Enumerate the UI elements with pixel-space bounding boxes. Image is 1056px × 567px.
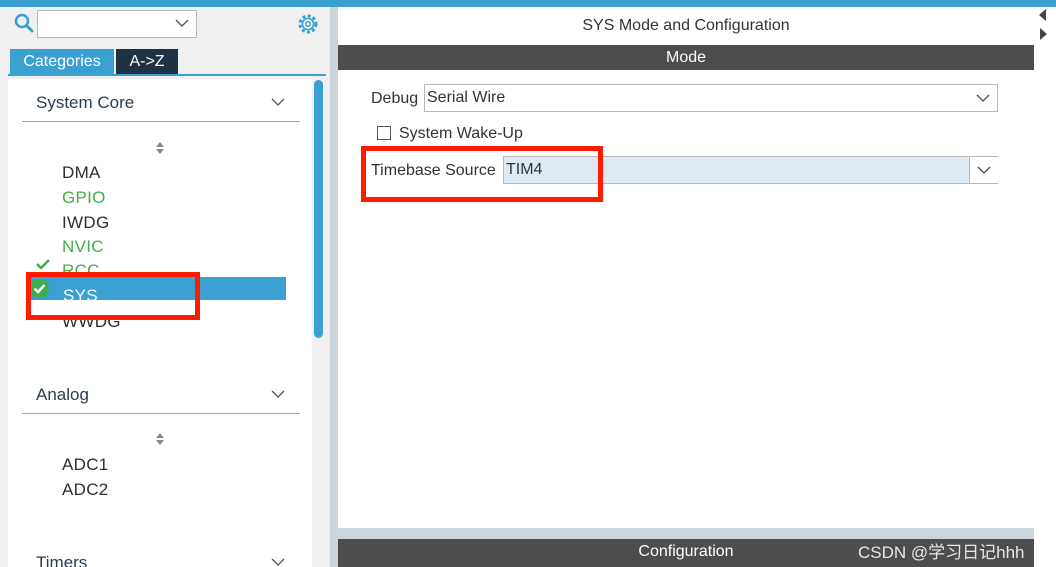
arrow-left-icon[interactable] <box>1038 9 1048 21</box>
mode-section-header[interactable]: Mode <box>338 45 1034 70</box>
pane-splitter[interactable] <box>330 7 338 567</box>
search-icon[interactable] <box>13 12 35 34</box>
group-label: Timers <box>36 553 88 567</box>
chevron-down-icon <box>175 19 189 27</box>
chevron-down-icon <box>271 98 285 106</box>
arrow-right-icon[interactable] <box>1038 28 1048 40</box>
list-item-nvic[interactable]: NVIC <box>62 237 104 257</box>
watermark: CSDN @学习日记hhh <box>858 543 1025 562</box>
page-title: SYS Mode and Configuration <box>338 7 1034 45</box>
list-item-adc2[interactable]: ADC2 <box>62 480 109 500</box>
chevron-down-icon <box>977 166 991 174</box>
sort-icon[interactable] <box>154 141 166 155</box>
highlight-box-sys <box>26 272 200 320</box>
list-item-adc1[interactable]: ADC1 <box>62 455 109 475</box>
list-item-iwdg[interactable]: IWDG <box>62 213 109 233</box>
tab-categories[interactable]: Categories <box>10 49 114 75</box>
timebase-dropdown-button[interactable] <box>969 157 998 183</box>
search-input[interactable] <box>37 10 197 38</box>
group-label: Analog <box>36 385 89 404</box>
group-label: System Core <box>36 93 135 112</box>
sort-icon[interactable] <box>154 432 166 446</box>
scrollbar-thumb[interactable] <box>314 80 323 338</box>
group-header-analog[interactable]: Analog <box>22 381 300 414</box>
category-list: System Core DMA GPIO IWDG NVIC RCC WWDG … <box>8 79 312 567</box>
tab-underline <box>8 74 326 76</box>
system-wakeup-checkbox[interactable] <box>377 126 391 140</box>
debug-label: Debug <box>371 90 419 107</box>
debug-select-value: Serial Wire <box>427 89 506 106</box>
list-item-gpio[interactable]: GPIO <box>62 188 106 208</box>
gear-icon[interactable] <box>297 13 319 35</box>
group-header-system-core[interactable]: System Core <box>22 89 300 122</box>
group-header-timers[interactable]: Timers <box>22 549 300 567</box>
list-item-dma[interactable]: DMA <box>62 163 101 183</box>
tab-a-to-z[interactable]: A->Z <box>116 49 178 75</box>
chevron-down-icon <box>271 558 285 566</box>
system-wakeup-label: System Wake-Up <box>399 125 523 142</box>
highlight-box-timebase <box>361 146 603 202</box>
chevron-down-icon <box>271 390 285 398</box>
chevron-down-icon <box>976 94 990 102</box>
debug-select[interactable]: Serial Wire <box>424 84 998 112</box>
right-edge-strip <box>1034 7 1056 567</box>
top-accent-bar <box>0 0 1056 7</box>
check-icon <box>36 259 50 269</box>
